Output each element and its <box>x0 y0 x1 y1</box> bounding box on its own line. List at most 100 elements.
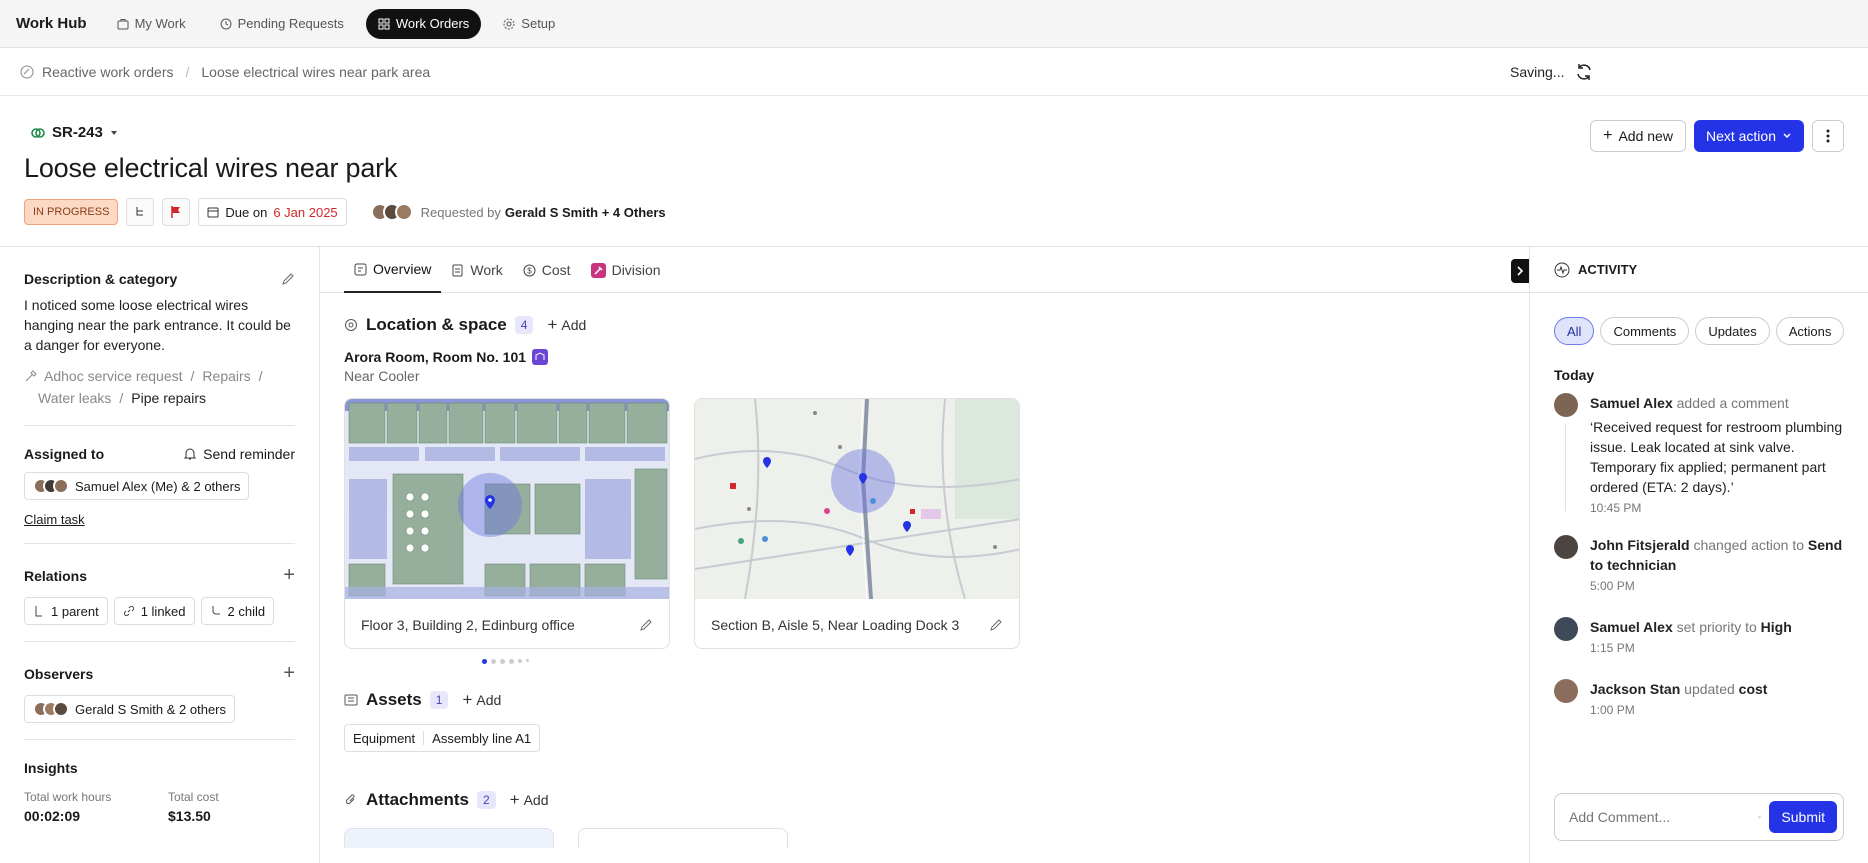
activity-user[interactable]: Samuel Alex <box>1590 395 1673 411</box>
insights-title: Insights <box>24 760 78 776</box>
flag-icon <box>171 206 181 218</box>
breadcrumb-item-reactive[interactable]: Reactive work orders <box>42 64 174 80</box>
clock-icon <box>220 18 232 29</box>
relations-title: Relations <box>24 567 88 584</box>
work-order-id[interactable]: SR-243 <box>30 124 1844 141</box>
more-options-button[interactable] <box>1812 120 1844 152</box>
activity-time: 1:00 PM <box>1590 703 1635 717</box>
child-icon <box>212 606 220 615</box>
tab-label: Overview <box>373 261 432 277</box>
plus-icon: + <box>547 315 558 334</box>
edit-icon[interactable] <box>281 272 295 286</box>
observers-chip[interactable]: Gerald S Smith & 2 others <box>24 695 236 723</box>
refresh-icon <box>1577 63 1592 80</box>
plus-icon: + <box>509 790 520 809</box>
category-item: Pipe repairs <box>131 390 206 406</box>
pagination-dot[interactable] <box>500 659 505 664</box>
filter-comments[interactable]: Comments <box>1600 317 1690 345</box>
link-icon <box>123 605 134 617</box>
next-action-button[interactable]: Next action <box>1693 120 1804 152</box>
attachment-card[interactable] <box>578 828 788 848</box>
due-date-value: 6 Jan 2025 <box>273 204 338 220</box>
svg-text:$: $ <box>527 266 532 275</box>
tab-cost[interactable]: $ Cost <box>513 247 581 293</box>
relation-linked-chip[interactable]: 1 linked <box>113 597 195 625</box>
hierarchy-button[interactable] <box>126 198 155 226</box>
filter-actions[interactable]: Actions <box>1775 317 1845 345</box>
relation-parent-chip[interactable]: 1 parent <box>24 597 108 625</box>
attachments-count: 2 <box>476 791 496 809</box>
pagination-dot[interactable] <box>482 659 487 664</box>
attachment-card[interactable] <box>344 828 554 848</box>
tab-division[interactable]: Division <box>581 247 671 293</box>
add-asset-button[interactable]: + Add <box>462 690 501 710</box>
activity-icon <box>1554 262 1570 277</box>
nav-my-work[interactable]: My Work <box>105 9 198 39</box>
requester-avatars <box>370 203 413 221</box>
add-relation-icon[interactable]: + <box>283 564 295 587</box>
activity-user[interactable]: Samuel Alex <box>1590 619 1673 635</box>
breadcrumb-item-current: Loose electrical wires near park area <box>201 63 431 80</box>
nav-label: My Work <box>134 16 186 31</box>
assignees-label: Samuel Alex (Me) & 2 others <box>75 478 241 494</box>
add-new-button[interactable]: + Add new <box>1590 120 1686 152</box>
category-item: Adhoc service request <box>44 368 183 384</box>
carousel-pagination[interactable] <box>482 659 1505 664</box>
description-title: Description & category <box>24 271 178 287</box>
tab-overview[interactable]: Overview <box>344 247 442 293</box>
pagination-dot[interactable] <box>491 659 496 664</box>
add-observer-icon[interactable]: + <box>283 662 295 685</box>
activity-user[interactable]: John Fitsjerald <box>1590 537 1690 553</box>
tab-label: Cost <box>541 262 571 278</box>
id-label: SR-243 <box>52 124 103 141</box>
avatar <box>1554 535 1578 559</box>
floor-plan-map[interactable] <box>345 399 670 599</box>
location-card-streetmap[interactable]: Section B, Aisle 5, Near Loading Dock 3 <box>694 398 1020 649</box>
location-card-floorplan[interactable]: Floor 3, Building 2, Edinburg office <box>344 398 670 649</box>
activity-user[interactable]: Jackson Stan <box>1590 681 1680 697</box>
pagination-dot[interactable] <box>518 659 522 663</box>
add-attachment-button[interactable]: + Add <box>510 790 549 810</box>
location-name: Arora Room, Room No. 101 <box>344 349 527 365</box>
location-card-label: Floor 3, Building 2, Edinburg office <box>361 616 575 633</box>
add-location-button[interactable]: + Add <box>547 315 586 335</box>
paperclip-icon[interactable] <box>1758 810 1761 824</box>
filter-updates[interactable]: Updates <box>1695 317 1770 345</box>
pagination-dot[interactable] <box>526 659 529 662</box>
comment-input[interactable] <box>1569 809 1750 825</box>
pagination-dot[interactable] <box>509 659 514 664</box>
location-count: 4 <box>514 316 534 334</box>
assignees-chip[interactable]: Samuel Alex (Me) & 2 others <box>24 472 250 500</box>
collapse-activity-button[interactable] <box>1511 259 1529 283</box>
claim-task-link[interactable]: Claim task <box>24 512 295 527</box>
priority-flag-button[interactable] <box>162 198 191 226</box>
chevron-down-icon <box>1783 133 1791 139</box>
category-item: Water leaks <box>38 390 112 406</box>
filter-all[interactable]: All <box>1554 317 1595 345</box>
activity-item: Samuel Alex added a comment ‘Received re… <box>1530 393 1868 515</box>
tab-work[interactable]: Work <box>441 247 512 293</box>
status-badge[interactable]: IN PROGRESS <box>24 199 119 225</box>
edit-icon[interactable] <box>989 618 1003 632</box>
send-reminder-button[interactable]: Send reminder <box>183 446 295 462</box>
page-title: Loose electrical wires near park <box>24 153 398 183</box>
assigned-title: Assigned to <box>24 446 105 462</box>
due-date[interactable]: Due on 6 Jan 2025 <box>198 198 347 226</box>
nav-setup[interactable]: Setup <box>491 9 567 39</box>
tab-label: Division <box>611 262 661 278</box>
edit-icon[interactable] <box>639 618 653 632</box>
asset-chip[interactable]: Equipment Assembly line A1 <box>344 724 541 752</box>
more-vertical-icon <box>1826 129 1830 143</box>
nav-work-orders[interactable]: Work Orders <box>365 8 482 39</box>
tools-icon <box>25 370 37 382</box>
plus-icon: + <box>1603 127 1613 144</box>
work-order-header: SR-243 Loose electrical wires near park … <box>0 96 1868 247</box>
nav-pending-requests[interactable]: Pending Requests <box>208 9 356 39</box>
send-reminder-label: Send reminder <box>203 446 295 462</box>
submit-comment-button[interactable]: Submit <box>1769 801 1837 833</box>
nav-label: Setup <box>521 16 556 31</box>
requested-by[interactable]: Gerald S Smith + 4 Others <box>505 205 666 220</box>
relation-child-chip[interactable]: 2 child <box>200 597 275 625</box>
street-map[interactable] <box>695 399 1020 599</box>
avatar <box>1554 679 1578 703</box>
